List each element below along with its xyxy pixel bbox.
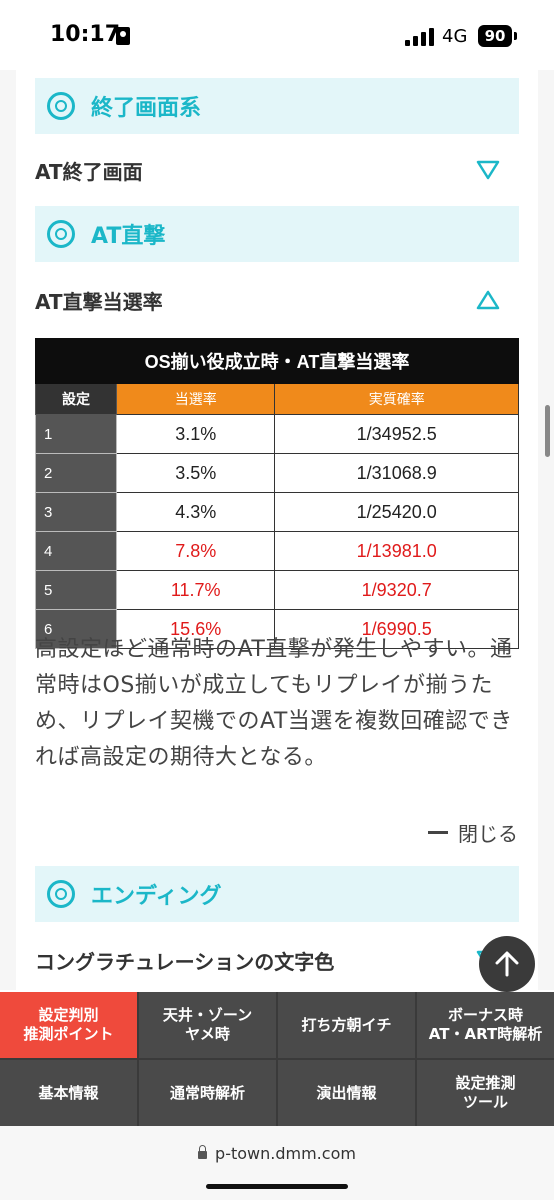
section-title: エンディング <box>91 884 222 909</box>
scroll-top-button[interactable] <box>479 936 535 992</box>
home-indicator[interactable] <box>206 1184 348 1189</box>
table-row: 2 3.5% 1/31068.9 <box>35 453 519 493</box>
prob-cell: 1/13981.0 <box>274 531 519 571</box>
header-rate: 当選率 <box>115 383 276 415</box>
accordion-congratulation-color[interactable]: コングラチュレーションの文字色 <box>35 930 519 990</box>
header-setting: 設定 <box>35 383 117 415</box>
description-text: 高設定ほど通常時のAT直撃が発生しやすい。通常時はOS揃いが成立してもリプレイが… <box>35 637 513 770</box>
section-header-at-direct: AT直撃 <box>35 206 519 262</box>
status-bar: 10:17 4G 90 <box>0 0 554 70</box>
table-row: 1 3.1% 1/34952.5 <box>35 414 519 454</box>
url-display[interactable]: p-town.dmm.com <box>0 1144 554 1163</box>
circle-icon <box>47 92 75 120</box>
address-bar[interactable]: p-town.dmm.com <box>0 1126 554 1200</box>
prob-cell: 1/9320.7 <box>274 570 519 610</box>
accordion-at-direct-rate[interactable]: AT直撃当選率 <box>35 270 519 330</box>
nav-how-to-play[interactable]: 打ち方朝イチ <box>278 992 415 1058</box>
rate-cell: 3.5% <box>115 453 276 493</box>
setting-cell: 5 <box>35 570 117 610</box>
nav-setting-tool[interactable]: 設定推測 ツール <box>417 1060 554 1126</box>
setting-cell: 2 <box>35 453 117 493</box>
prob-cell: 1/34952.5 <box>274 414 519 454</box>
bottom-nav: 設定判別 推測ポイント 天井・ゾーン ヤメ時 打ち方朝イチ ボーナス時 AT・A… <box>0 992 554 1126</box>
accordion-label: AT直撃当選率 <box>35 289 163 314</box>
battery-icon: 90 <box>478 25 512 47</box>
table-row: 3 4.3% 1/25420.0 <box>35 492 519 532</box>
accordion-label: AT終了画面 <box>35 159 143 184</box>
circle-icon <box>47 880 75 908</box>
rate-cell: 7.8% <box>115 531 276 571</box>
minus-icon <box>428 831 448 834</box>
url-text: p-town.dmm.com <box>215 1144 356 1163</box>
page-gutter-left <box>0 70 16 990</box>
page-gutter-right <box>538 70 554 990</box>
nav-effects-info[interactable]: 演出情報 <box>278 1060 415 1126</box>
prob-cell: 1/25420.0 <box>274 492 519 532</box>
nav-setting-points[interactable]: 設定判別 推測ポイント <box>0 992 137 1058</box>
scrollbar[interactable] <box>545 405 550 457</box>
chevron-up-icon <box>476 290 500 310</box>
id-card-icon <box>116 27 130 45</box>
nav-normal-analysis[interactable]: 通常時解析 <box>139 1060 276 1126</box>
table-row: 5 11.7% 1/9320.7 <box>35 570 519 610</box>
signal-icon <box>405 28 437 46</box>
section-title: AT直撃 <box>91 224 166 249</box>
setting-cell: 1 <box>35 414 117 454</box>
chevron-down-icon <box>476 160 500 180</box>
network-type: 4G <box>442 26 468 47</box>
setting-cell: 4 <box>35 531 117 571</box>
table-caption: OS揃い役成立時・AT直撃当選率 <box>35 338 519 384</box>
battery-tip <box>514 32 517 40</box>
section-title: 終了画面系 <box>91 96 202 121</box>
close-button[interactable]: 閉じる <box>428 818 518 847</box>
rate-cell: 4.3% <box>115 492 276 532</box>
section-header-end-screen: 終了画面系 <box>35 78 519 134</box>
close-label: 閉じる <box>458 822 518 846</box>
arrow-up-icon <box>495 951 519 977</box>
setting-cell: 3 <box>35 492 117 532</box>
prob-cell: 1/31068.9 <box>274 453 519 493</box>
accordion-at-end-screen[interactable]: AT終了画面 <box>35 140 519 200</box>
status-time: 10:17 <box>50 22 121 47</box>
nav-bonus-analysis[interactable]: ボーナス時 AT・ART時解析 <box>417 992 554 1058</box>
nav-ceiling-zone[interactable]: 天井・ゾーン ヤメ時 <box>139 992 276 1058</box>
circle-icon <box>47 220 75 248</box>
header-prob: 実質確率 <box>274 383 519 415</box>
at-direct-rate-table: OS揃い役成立時・AT直撃当選率 設定 当選率 実質確率 1 3.1% 1/34… <box>35 338 519 649</box>
nav-basic-info[interactable]: 基本情報 <box>0 1060 137 1126</box>
rate-cell: 3.1% <box>115 414 276 454</box>
section-header-ending: エンディング <box>35 866 519 922</box>
table-row: 4 7.8% 1/13981.0 <box>35 531 519 571</box>
lock-icon <box>198 1144 208 1159</box>
accordion-label: コングラチュレーションの文字色 <box>35 949 335 974</box>
rate-cell: 11.7% <box>115 570 276 610</box>
